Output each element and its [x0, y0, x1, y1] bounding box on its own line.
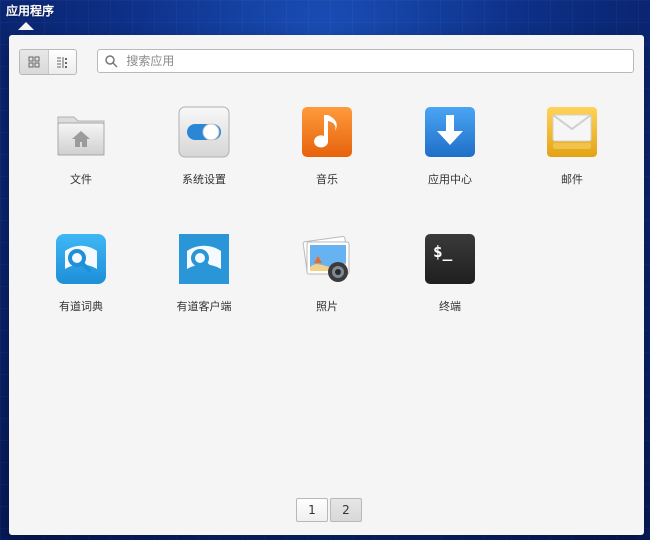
settings-toggle-icon [175, 103, 233, 161]
app-system-settings[interactable]: 系统设置 [144, 97, 264, 207]
search-input[interactable] [124, 53, 633, 69]
grid-view-button[interactable] [20, 50, 48, 74]
page-switcher: 1 2 [296, 498, 362, 522]
page-2-button[interactable]: 2 [330, 498, 362, 522]
app-music[interactable]: 音乐 [267, 97, 387, 207]
app-center[interactable]: 应用中心 [390, 97, 510, 207]
folder-home-icon [52, 103, 110, 161]
app-youdao-dict[interactable]: 有道词典 [21, 224, 141, 334]
app-photos[interactable]: 照片 [267, 224, 387, 334]
category-view-button[interactable] [47, 50, 77, 74]
grid-view-icon [28, 56, 40, 68]
download-arrow-icon [421, 103, 479, 161]
page-1-button[interactable]: 1 [296, 498, 328, 522]
applications-launcher: 文件 系统设置 [9, 35, 644, 535]
category-view-icon [57, 57, 68, 68]
terminal-icon: $_ [421, 230, 479, 288]
app-label: 文件 [70, 173, 92, 186]
app-grid: 文件 系统设置 音乐 应用中心 邮件 有道词典 有道客户端 照片 $_ 终端 [9, 97, 644, 417]
search-icon [98, 50, 124, 72]
app-label: 应用中心 [428, 173, 472, 186]
youdao-client-icon [175, 230, 233, 288]
music-note-icon [298, 103, 356, 161]
app-search-box[interactable] [97, 49, 634, 73]
app-label: 系统设置 [182, 173, 226, 186]
app-youdao-client[interactable]: 有道客户端 [144, 224, 264, 334]
view-mode-toggle [19, 49, 77, 75]
mail-envelope-icon [543, 103, 601, 161]
app-files[interactable]: 文件 [21, 97, 141, 207]
youdao-dict-icon [52, 230, 110, 288]
app-label: 有道词典 [59, 300, 103, 313]
app-label: 音乐 [316, 173, 338, 186]
app-label: 照片 [316, 300, 338, 313]
app-label: 有道客户端 [176, 300, 232, 313]
app-terminal[interactable]: $_ 终端 [390, 224, 510, 334]
launcher-toolbar [19, 49, 634, 75]
photos-icon [298, 230, 356, 288]
svg-text:$_: $_ [433, 242, 453, 261]
applications-menu-label[interactable]: 应用程序 [0, 0, 60, 30]
app-label: 终端 [439, 300, 461, 313]
app-label: 邮件 [561, 173, 583, 186]
app-mail[interactable]: 邮件 [512, 97, 632, 207]
